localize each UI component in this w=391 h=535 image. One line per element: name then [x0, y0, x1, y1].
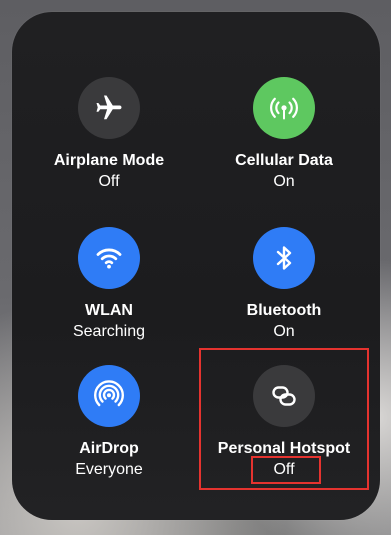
bluetooth-status: On: [273, 323, 295, 340]
cellular-data-tile[interactable]: Cellular Data On: [204, 77, 364, 192]
cellular-data-status: On: [273, 173, 295, 190]
airdrop-title: AirDrop: [79, 440, 139, 457]
cellular-data-button[interactable]: [253, 77, 315, 139]
wlan-tile[interactable]: WLAN Searching: [29, 227, 189, 342]
antenna-icon: [270, 97, 298, 120]
airdrop-button[interactable]: [78, 365, 140, 427]
airplane-mode-button[interactable]: [78, 77, 140, 139]
airplane-mode-status: Off: [98, 173, 120, 190]
airdrop-icon: [94, 380, 124, 407]
bluetooth-icon: [276, 246, 292, 270]
airplane-mode-tile[interactable]: Airplane Mode Off: [29, 77, 189, 192]
wlan-title: WLAN: [85, 302, 133, 319]
airdrop-tile[interactable]: AirDrop Everyone: [29, 365, 189, 480]
bluetooth-tile[interactable]: Bluetooth On: [204, 227, 364, 342]
hotspot-status-highlight-box: [251, 456, 321, 484]
bluetooth-title: Bluetooth: [246, 302, 322, 319]
airdrop-status: Everyone: [75, 461, 143, 478]
bluetooth-button[interactable]: [253, 227, 315, 289]
airplane-icon: [96, 95, 122, 120]
wlan-status: Searching: [72, 323, 146, 340]
airplane-mode-title: Airplane Mode: [53, 152, 165, 169]
cellular-data-title: Cellular Data: [235, 152, 333, 169]
wlan-button[interactable]: [78, 227, 140, 289]
wifi-icon: [96, 248, 122, 269]
